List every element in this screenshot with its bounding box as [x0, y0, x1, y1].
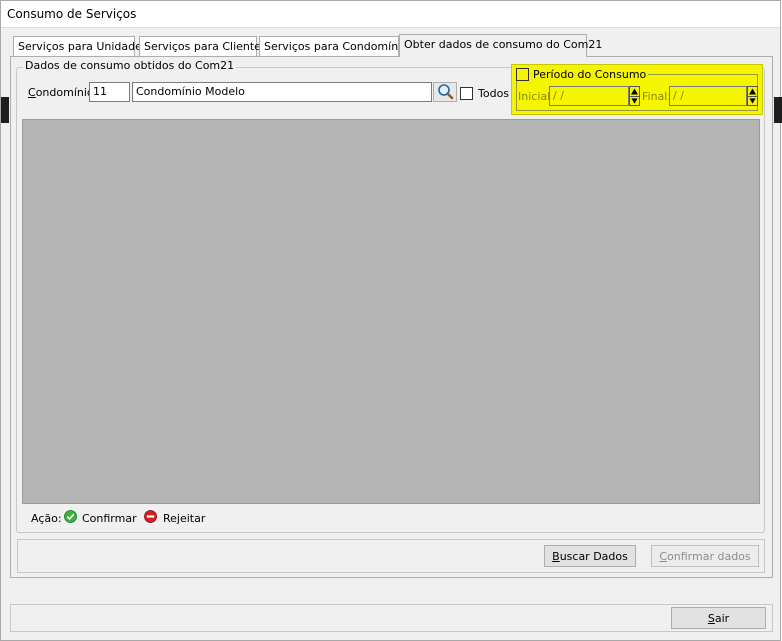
- sair-accel: S: [707, 612, 715, 625]
- sair-label: air: [714, 612, 730, 625]
- sair-button[interactable]: Sair: [671, 607, 766, 629]
- inicial-date-input[interactable]: / /: [549, 86, 629, 106]
- periodo-consumo-title: Período do Consumo: [533, 68, 647, 81]
- window-title: Consumo de Serviços: [7, 7, 137, 21]
- confirmar-accel: C: [659, 550, 668, 563]
- tab-label: Serviços para Clientes: [144, 40, 267, 53]
- magnifier-icon: [438, 84, 454, 100]
- condominio-code-input[interactable]: 11: [89, 82, 130, 102]
- background-strip-right: [774, 97, 782, 123]
- periodo-consumo-legend: Período do Consumo: [516, 68, 649, 81]
- spin-down-icon[interactable]: [748, 96, 757, 105]
- tab-obter-dados-com21[interactable]: Obter dados de consumo do Com21: [399, 34, 602, 57]
- final-date-input[interactable]: / /: [669, 86, 747, 106]
- confirmar-dados-button[interactable]: Confirmar dados: [651, 545, 759, 567]
- buscar-label: uscar Dados: [559, 550, 628, 563]
- condominio-label-accel: C: [28, 86, 36, 99]
- inicial-spin[interactable]: [629, 86, 640, 106]
- title-bar: Consumo de Serviços: [1, 1, 780, 28]
- condominio-name-input[interactable]: Condomínio Modelo: [132, 82, 432, 102]
- periodo-consumo-box: Período do Consumo Inicial: / / Final: /…: [511, 64, 763, 115]
- condominio-label: Condomínio:: [28, 86, 97, 99]
- minus-circle-icon: [144, 510, 157, 523]
- confirmar-label: onfirmar dados: [667, 550, 751, 563]
- tab-label: Obter dados de consumo do Com21: [404, 38, 603, 51]
- final-label: Final:: [642, 90, 672, 103]
- spin-up-icon[interactable]: [748, 87, 757, 96]
- buscar-accel: B: [552, 550, 560, 563]
- confirmar-legend-label: Confirmar: [82, 512, 137, 525]
- todos-checkbox[interactable]: [460, 87, 473, 100]
- main-window: Consumo de Serviços Serviços para Unidad…: [0, 0, 782, 641]
- background-strip-left: [1, 97, 9, 123]
- footer-panel: [10, 604, 773, 632]
- groupbox-title: Dados de consumo obtidos do Com21: [23, 59, 237, 72]
- final-spin[interactable]: [747, 86, 758, 106]
- acao-label: Ação:: [31, 512, 62, 525]
- check-circle-icon: [64, 510, 77, 523]
- todos-label: Todos: [478, 87, 510, 100]
- tab-label: Serviços para Unidades: [18, 40, 148, 53]
- tab-servicos-condominios[interactable]: Serviços para Condomínios: [259, 36, 414, 56]
- tab-servicos-clientes[interactable]: Serviços para Clientes: [139, 36, 267, 56]
- search-button[interactable]: [433, 82, 457, 102]
- rejeitar-legend-label: Rejeitar: [163, 512, 206, 525]
- tab-label: Serviços para Condomínios: [264, 40, 414, 53]
- periodo-consumo-checkbox[interactable]: [516, 68, 529, 81]
- tab-servicos-unidades[interactable]: Serviços para Unidades: [13, 36, 148, 56]
- spin-up-icon[interactable]: [630, 87, 639, 96]
- buscar-dados-button[interactable]: Buscar Dados: [544, 545, 636, 567]
- spin-down-icon[interactable]: [630, 96, 639, 105]
- consumo-data-grid[interactable]: [22, 119, 760, 504]
